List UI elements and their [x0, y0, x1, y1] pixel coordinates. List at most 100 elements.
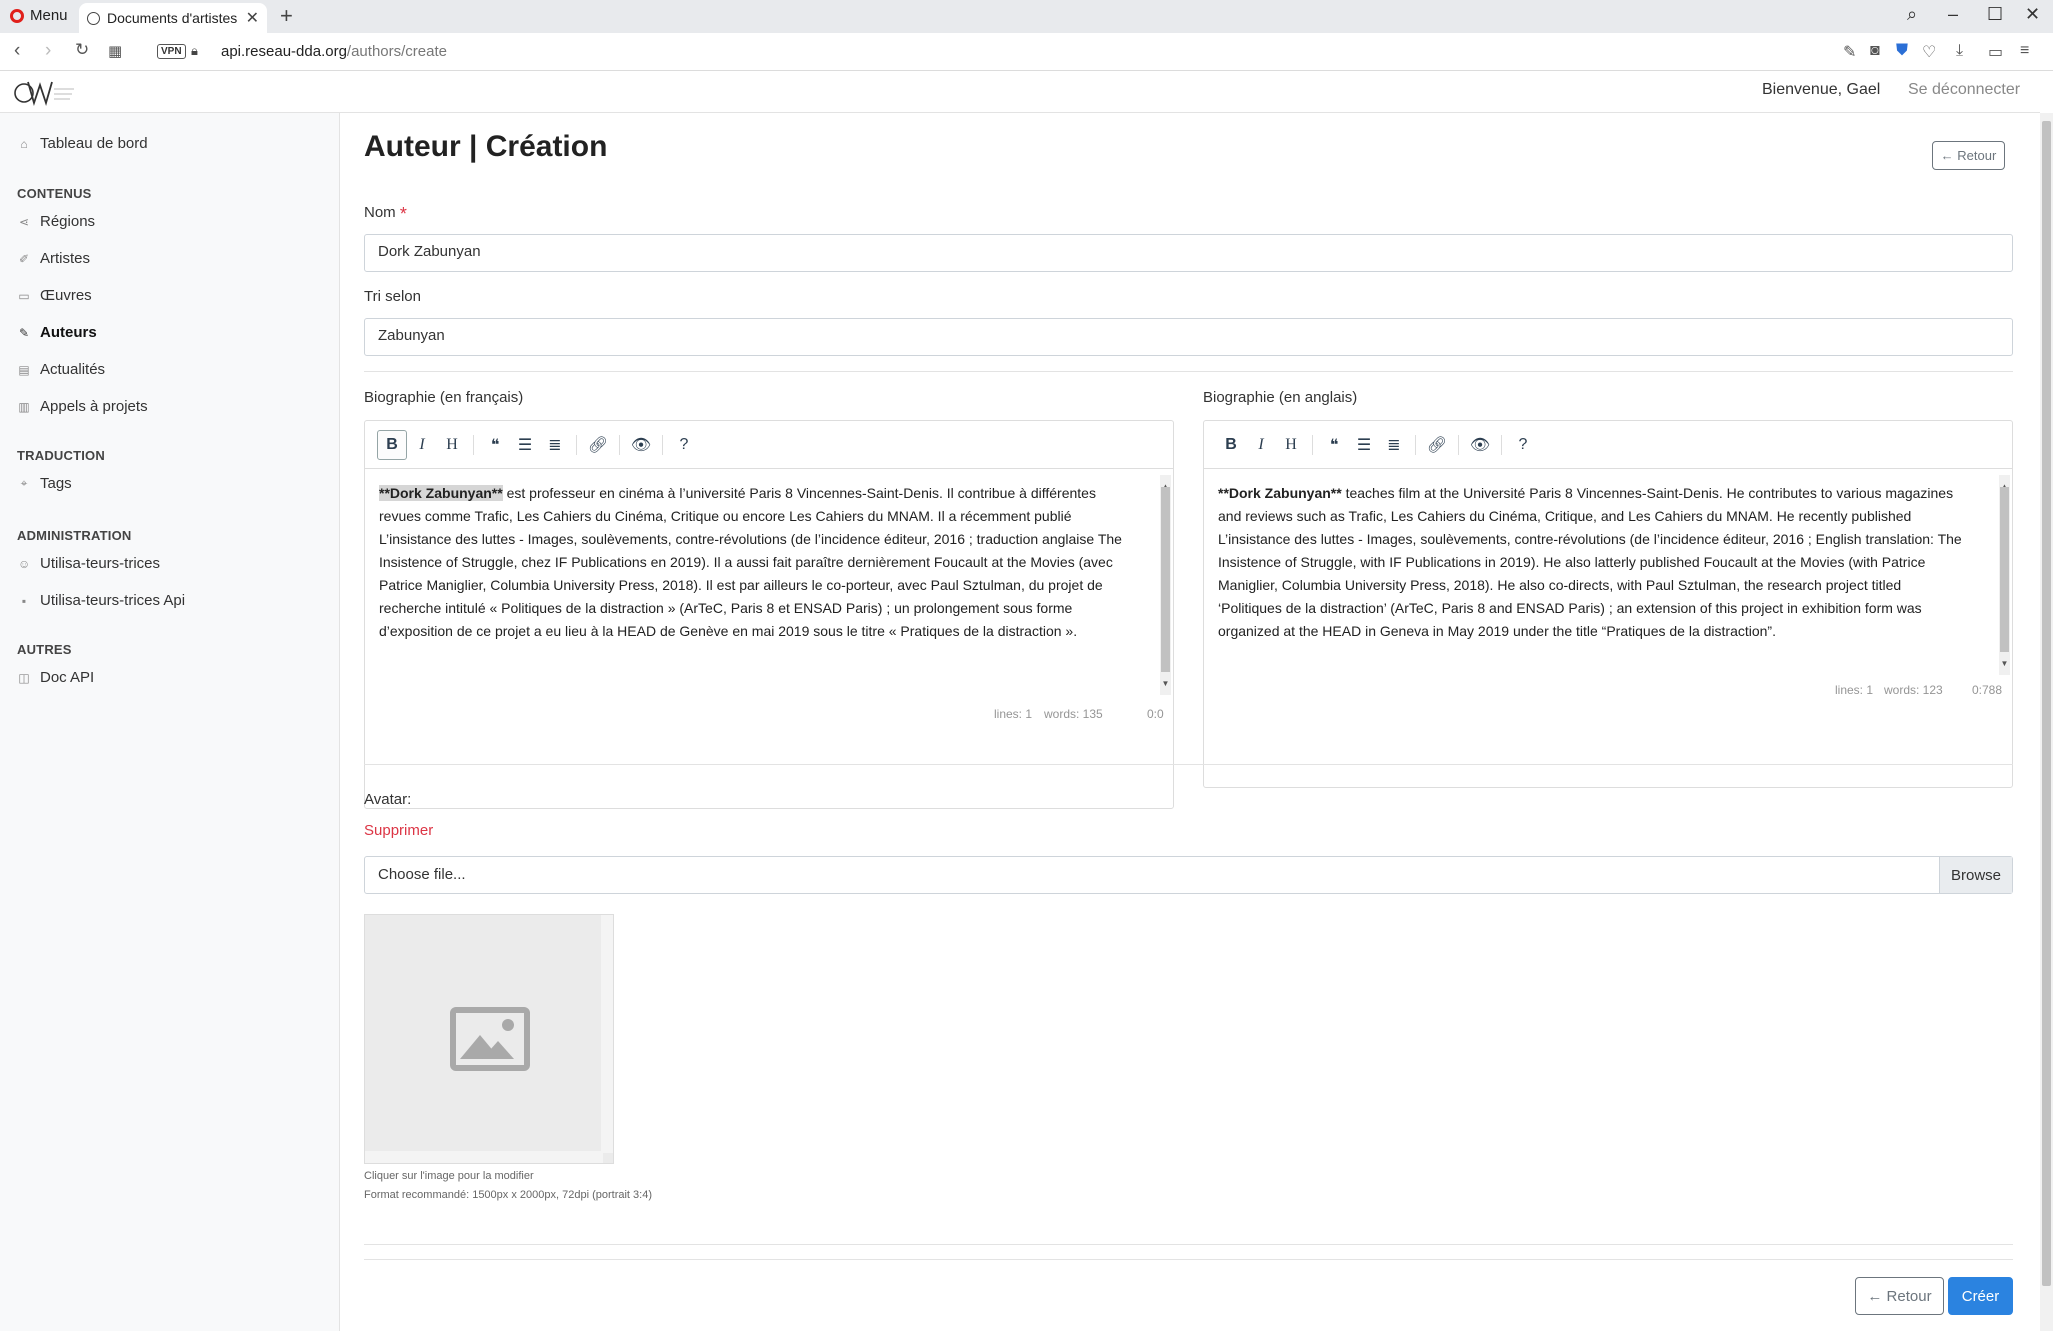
scroll-thumb[interactable] — [1161, 487, 1170, 672]
bullet-list-icon[interactable]: ☰ — [510, 430, 540, 460]
url-host: api.reseau-dda.org — [221, 43, 347, 60]
required-mark: * — [399, 204, 407, 224]
delete-avatar-link[interactable]: Supprimer — [364, 822, 433, 839]
help-icon[interactable]: ? — [1508, 430, 1538, 460]
page-title: Auteur | Création — [364, 130, 608, 163]
forward-icon[interactable]: › — [45, 40, 51, 62]
quote-icon[interactable]: ❝ — [480, 430, 510, 460]
sidebar: ⌂ Tableau de bord CONTENUS ⋖ Régions ✐ A… — [0, 113, 340, 1331]
bio-en-label: Biographie (en anglais) — [1203, 389, 1358, 406]
sidebar-item-oeuvres[interactable]: ▭ Œuvres — [18, 287, 91, 304]
bold-icon[interactable]: B — [1216, 430, 1246, 460]
logout-link[interactable]: Se déconnecter — [1908, 81, 2020, 99]
sidebar-item-actualites[interactable]: ▤ Actualités — [18, 361, 105, 378]
sidebar-item-label: Doc API — [40, 669, 95, 686]
new-tab-button[interactable]: + — [280, 3, 293, 29]
back-button-top[interactable]: ← Retour — [1932, 141, 2005, 170]
scroll-down-icon[interactable]: ▼ — [1160, 672, 1171, 695]
welcome-text: Bienvenue, Gael — [1762, 81, 1881, 98]
bold-icon[interactable]: B — [377, 429, 407, 460]
bio-en-lines: lines: 1 — [1835, 683, 1874, 697]
sidebar-item-label: Utilisa-teurs-trices — [40, 555, 161, 572]
scroll-down-icon[interactable]: ▼ — [1999, 652, 2010, 675]
bio-en-editor[interactable]: B I H ❝ ☰ ≣ 🔗︎ 👁︎ ? **Dork Zabunyan** te… — [1203, 420, 2013, 788]
numbered-list-icon[interactable]: ≣ — [1379, 430, 1409, 460]
search-tabs-icon[interactable]: ⌕ — [1907, 4, 1917, 25]
link-icon[interactable]: 🔗︎ — [1422, 430, 1452, 460]
download-icon[interactable]: ⤓ — [1956, 42, 1963, 60]
page-scroll-thumb[interactable] — [2042, 121, 2051, 1286]
avatar-hint-format: Format recommandé: 1500px x 2000px, 72dp… — [364, 1189, 652, 1201]
key-icon: ▪ — [21, 593, 27, 608]
quote-icon[interactable]: ❝ — [1319, 430, 1349, 460]
bio-fr-textarea[interactable]: **Dork Zabunyan** est professeur en ciné… — [365, 469, 1173, 698]
easy-setup-icon[interactable]: ≡ — [2020, 42, 2029, 60]
create-button[interactable]: Créer — [1948, 1277, 2013, 1315]
sidebar-section-administration: ADMINISTRATION — [17, 528, 132, 543]
avatar-hscroll[interactable] — [365, 1151, 603, 1163]
sidebar-item-doc-api[interactable]: ◫ Doc API — [18, 669, 94, 686]
numbered-list-icon[interactable]: ≣ — [540, 430, 570, 460]
bullet-list-icon[interactable]: ☰ — [1349, 430, 1379, 460]
minimize-window-icon[interactable]: – — [1948, 4, 1958, 25]
sidebar-item-regions[interactable]: ⋖ Régions — [18, 213, 95, 230]
sidebar-item-tags[interactable]: ⌖ Tags — [18, 475, 72, 492]
italic-icon[interactable]: I — [1246, 430, 1276, 460]
camera-icon[interactable]: ◙ — [1870, 42, 1880, 60]
sidebar-item-dashboard[interactable]: ⌂ Tableau de bord — [18, 135, 147, 152]
scroll-thumb[interactable] — [2000, 487, 2009, 652]
calendar-icon: ▥ — [18, 399, 30, 414]
sidebar-item-artistes[interactable]: ✐ Artistes — [18, 250, 90, 267]
bio-en-textarea[interactable]: **Dork Zabunyan** teaches film at the Un… — [1204, 469, 2012, 677]
sidebar-item-label: Utilisa-teurs-trices Api — [40, 592, 186, 609]
nom-input[interactable]: Dork Zabunyan — [364, 234, 2013, 272]
bio-fr-scrollbar[interactable]: ▲ ▼ — [1160, 475, 1171, 695]
help-icon[interactable]: ? — [669, 430, 699, 460]
bio-fr-label: Biographie (en français) — [364, 389, 524, 406]
close-window-icon[interactable]: ✕ — [2025, 4, 2040, 25]
link-icon[interactable]: 🔗︎ — [583, 430, 613, 460]
close-tab-icon[interactable]: ✕ — [246, 8, 259, 28]
heading-icon[interactable]: H — [1276, 430, 1306, 460]
nom-label: Nom * — [364, 204, 407, 225]
battery-icon[interactable]: ▭ — [1988, 42, 2003, 62]
back-icon[interactable]: ‹ — [14, 40, 20, 62]
preview-eye-icon[interactable]: 👁︎ — [626, 430, 656, 460]
vpn-badge[interactable]: VPN — [157, 44, 186, 59]
dda-logo-icon[interactable] — [14, 77, 76, 107]
users-icon: ☺ — [18, 556, 31, 571]
sidebar-item-label: Actualités — [40, 361, 106, 378]
bio-fr-editor[interactable]: B I H ❝ ☰ ≣ 🔗︎ 👁︎ ? **Dork Zabunyan** es… — [364, 420, 1174, 809]
url-field[interactable]: api.reseau-dda.org/authors/create — [221, 43, 447, 60]
file-input[interactable]: Choose file... Browse — [364, 856, 2013, 894]
sidebar-item-auteurs[interactable]: ✎ Auteurs — [18, 324, 97, 341]
edit-icon[interactable]: ✎ — [1843, 42, 1856, 62]
toolbar-separator — [1415, 434, 1416, 455]
browser-tab-active[interactable]: Documents d'artistes - A ✕ — [79, 3, 267, 33]
browse-button[interactable]: Browse — [1939, 857, 2012, 893]
divider — [364, 1259, 2013, 1260]
pen-icon: ✎ — [18, 325, 30, 340]
lock-icon[interactable]: 🔒︎ — [191, 43, 198, 59]
heading-icon[interactable]: H — [437, 430, 467, 460]
menu-label: Menu — [30, 7, 68, 24]
avatar-vscroll[interactable] — [601, 915, 613, 1153]
bio-en-scrollbar[interactable]: ▲ ▼ — [1999, 475, 2010, 675]
opera-logo-icon — [10, 8, 24, 23]
opera-menu-button[interactable]: Menu — [10, 7, 68, 24]
sidebar-item-appels[interactable]: ▥ Appels à projets — [18, 398, 147, 415]
shield-icon[interactable]: ⛊ — [1896, 42, 1908, 60]
maximize-window-icon[interactable]: ☐ — [1987, 4, 2003, 25]
italic-icon[interactable]: I — [407, 430, 437, 460]
preview-eye-icon[interactable]: 👁︎ — [1465, 430, 1495, 460]
back-button-bottom[interactable]: ← Retour — [1855, 1277, 1944, 1315]
reload-icon[interactable]: ↻ — [75, 40, 89, 60]
avatar-preview[interactable] — [364, 914, 614, 1164]
heart-icon[interactable]: ♡ — [1922, 42, 1936, 62]
divider — [364, 1244, 2013, 1245]
sidebar-item-users-api[interactable]: ▪ Utilisa-teurs-trices Api — [18, 592, 185, 609]
tabs-grid-icon[interactable]: ▦ — [108, 42, 122, 60]
sidebar-item-users[interactable]: ☺ Utilisa-teurs-trices — [18, 555, 160, 572]
tri-input[interactable]: Zabunyan — [364, 318, 2013, 356]
page-scrollbar[interactable] — [2040, 113, 2053, 1331]
